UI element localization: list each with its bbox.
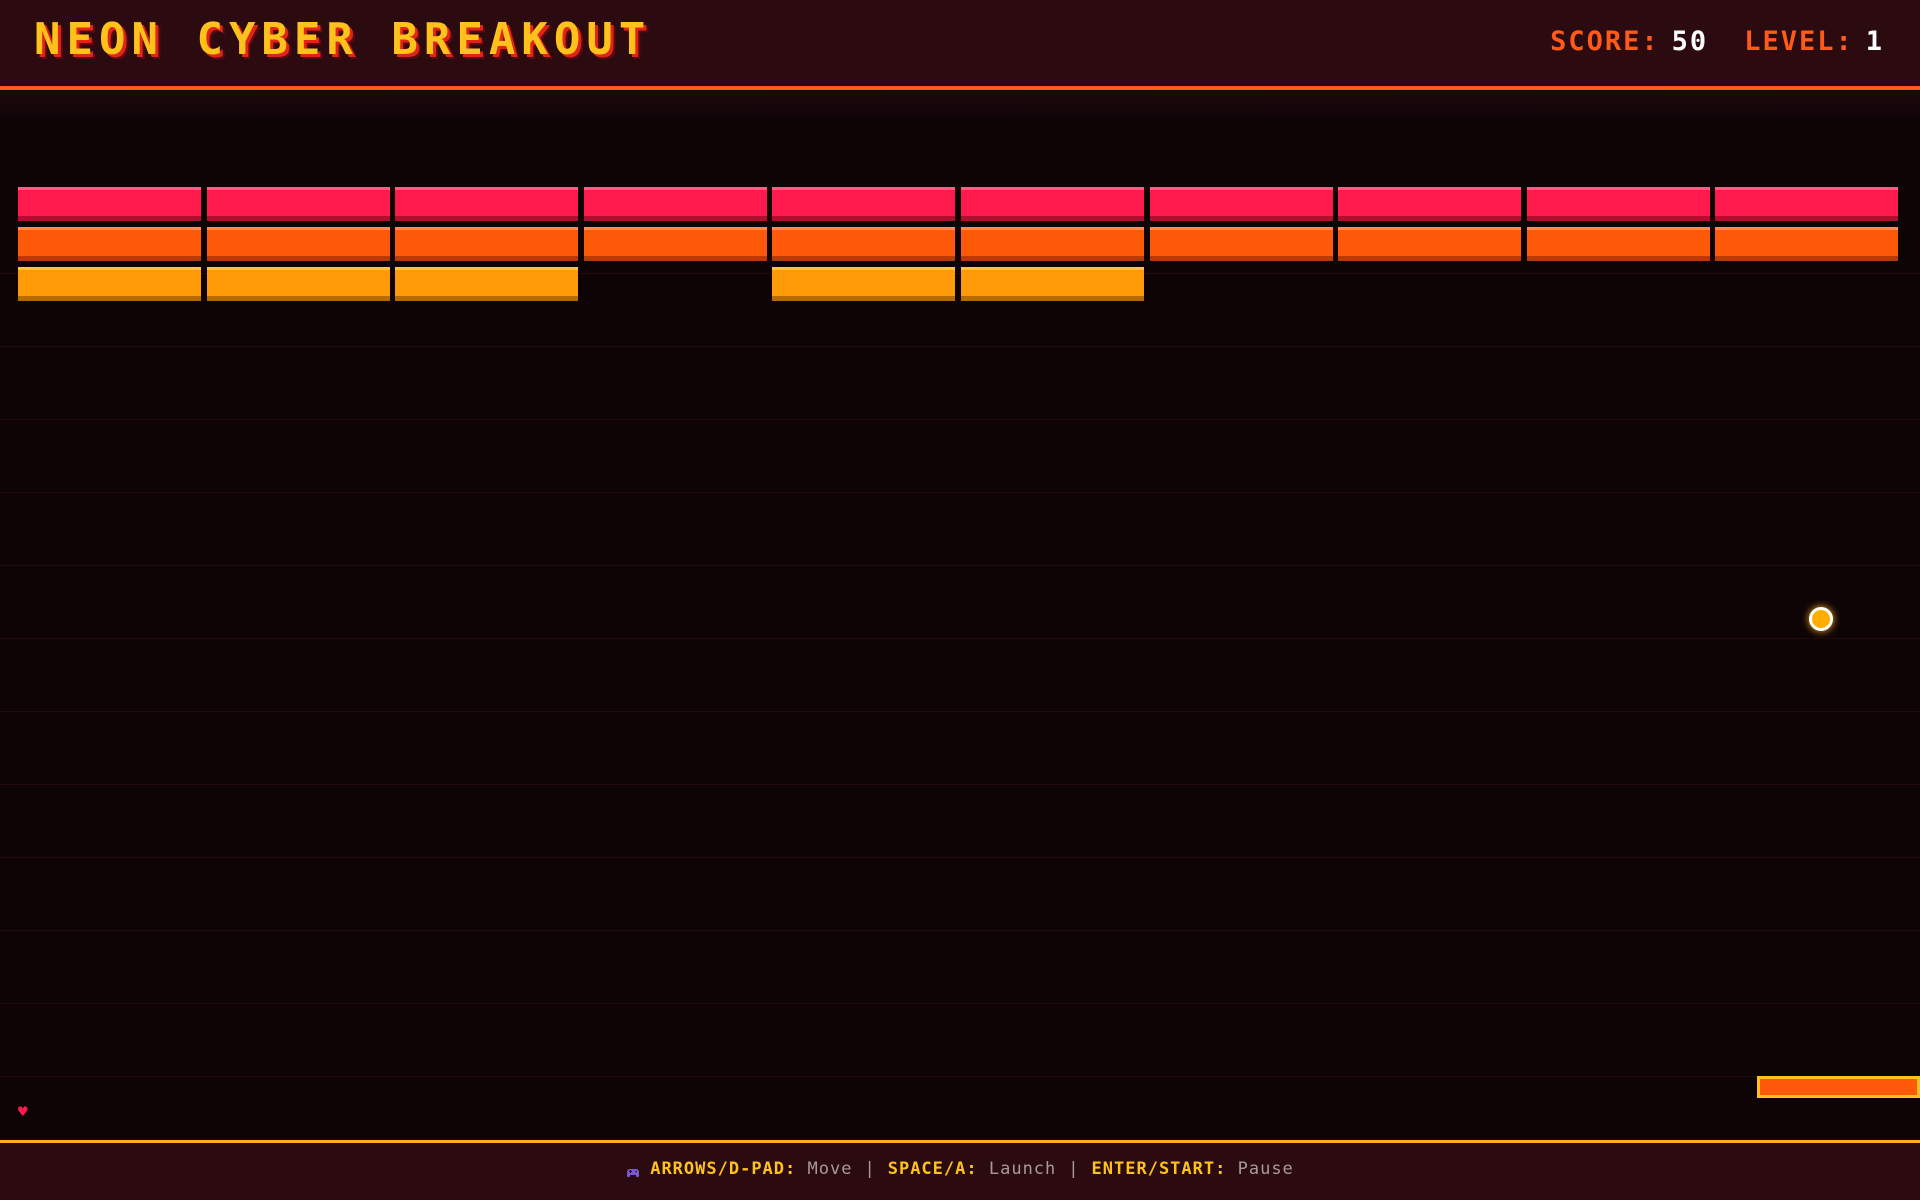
brick-orange [1150, 227, 1333, 261]
brick-orange [1715, 227, 1898, 261]
launch-action: Launch [988, 1159, 1057, 1179]
brick-red [1527, 187, 1710, 221]
grid-line [0, 711, 1920, 712]
brick-red [961, 187, 1144, 221]
brick-red [1338, 187, 1521, 221]
brick-orange [18, 227, 201, 261]
brick-red [18, 187, 201, 221]
brick-red [772, 187, 955, 221]
brick-red [1150, 187, 1333, 221]
brick-orange [961, 227, 1144, 261]
life-heart-icon: ♥ [18, 1102, 28, 1121]
gamepad-icon [626, 1162, 640, 1182]
brick-orange [207, 227, 390, 261]
launch-key: SPACE/A: [887, 1159, 978, 1179]
brick-red [395, 187, 578, 221]
grid-line [0, 930, 1920, 931]
brick-amber [207, 267, 390, 301]
stats-panel: SCORE: 50 LEVEL: 1 [1550, 26, 1884, 57]
grid-line [0, 638, 1920, 639]
brick-orange [584, 227, 767, 261]
game-window: NEON CYBER BREAKOUT SCORE: 50 LEVEL: 1 ♥ AR… [0, 0, 1920, 1200]
brick-amber [395, 267, 578, 301]
brick-orange [1338, 227, 1521, 261]
playfield-top-band [0, 90, 1920, 116]
pause-action: Pause [1237, 1159, 1294, 1179]
separator: | [1068, 1159, 1080, 1179]
brick-orange [772, 227, 955, 261]
brick-amber [772, 267, 955, 301]
brick-red [207, 187, 390, 221]
paddle[interactable] [1757, 1076, 1920, 1098]
grid-line [0, 346, 1920, 347]
level-label: LEVEL: [1744, 26, 1854, 57]
level-value: 1 [1865, 26, 1884, 57]
grid-line [0, 857, 1920, 858]
brick-orange [1527, 227, 1710, 261]
game-title: NEON CYBER BREAKOUT [34, 14, 652, 65]
brick-red [584, 187, 767, 221]
grid-line [0, 1003, 1920, 1004]
grid-line [0, 565, 1920, 566]
grid-line [0, 784, 1920, 785]
move-key: ARROWS/D-PAD: [650, 1159, 797, 1179]
playfield[interactable]: ♥ [0, 90, 1920, 1140]
grid-line [0, 1076, 1920, 1077]
score-value: 50 [1671, 26, 1709, 57]
brick-amber [18, 267, 201, 301]
brick-orange [395, 227, 578, 261]
controls-footer: ARROWS/D-PAD: Move | SPACE/A: Launch | ENTER… [0, 1140, 1920, 1200]
score-label: SCORE: [1550, 26, 1660, 57]
pause-key: ENTER/START: [1091, 1159, 1227, 1179]
separator: | [864, 1159, 876, 1179]
brick-red [1715, 187, 1898, 221]
grid-line [0, 492, 1920, 493]
grid-line [0, 419, 1920, 420]
header-bar: NEON CYBER BREAKOUT SCORE: 50 LEVEL: 1 [0, 0, 1920, 90]
move-action: Move [807, 1159, 853, 1179]
ball [1809, 607, 1833, 631]
brick-amber [961, 267, 1144, 301]
